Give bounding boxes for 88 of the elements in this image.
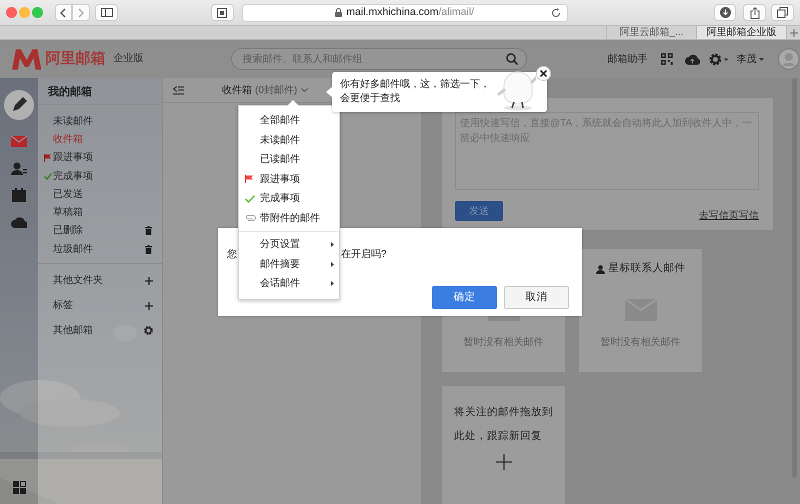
folder-item[interactable]: 已删除 [38, 222, 162, 240]
submenu-arrow-icon [331, 262, 334, 267]
folder-section-label[interactable]: 其他文件夹 [53, 273, 103, 288]
user-menu[interactable]: 李茂 [736, 52, 764, 66]
contact-card-icon [11, 162, 27, 174]
flag-icon [44, 154, 51, 162]
pencil-icon [4, 90, 34, 120]
logo-icon [12, 48, 42, 70]
compose-page-link[interactable]: 去写信页写信 [699, 209, 759, 224]
url-host: mail.mxhichina.com [346, 4, 438, 20]
sidebar-button[interactable] [95, 4, 118, 21]
folder-item[interactable]: 垃圾邮件 [38, 240, 162, 258]
submenu-arrow-icon [331, 242, 334, 248]
settings-icon[interactable] [144, 326, 153, 336]
dialog-message: 在开启吗? [341, 248, 387, 262]
trash-icon[interactable] [145, 244, 152, 254]
folder-panel-title: 我的邮箱 [38, 78, 162, 105]
filter-menu-item[interactable]: 分页设置 [239, 235, 339, 254]
cancel-button[interactable]: 取消 [504, 286, 569, 309]
empty-message: 暂时没有相关邮件 [464, 336, 544, 350]
chevron-left-icon [60, 8, 66, 18]
reload-icon[interactable] [550, 8, 561, 18]
person-icon [596, 264, 604, 274]
download-icon [720, 7, 731, 18]
search-icon[interactable] [506, 53, 518, 65]
calendar-tab[interactable] [12, 186, 26, 204]
dialog-message: 您 [227, 248, 237, 262]
chevron-down-icon[interactable] [301, 88, 308, 92]
submenu-arrow-icon [331, 281, 334, 286]
folder-item[interactable]: 已发送 [38, 185, 162, 204]
back-button[interactable] [54, 4, 72, 21]
folder-section-label[interactable]: 其他邮箱 [53, 323, 93, 338]
tabs-icon [777, 7, 788, 18]
check-icon [44, 172, 52, 180]
browser-tab[interactable]: 阿里邮箱企业版 [696, 26, 786, 39]
filter-menu-item[interactable]: 跟进事项 [239, 170, 339, 189]
folder-section-label[interactable]: 标签 [53, 298, 73, 314]
caret-icon [759, 58, 764, 60]
filter-menu-item[interactable]: 带附件的邮件 [239, 208, 339, 228]
drop-hint: 将关注的邮件拖放到此处，跟踪新回复 [454, 405, 553, 444]
flag-icon [245, 175, 253, 184]
qr-code-icon[interactable] [661, 53, 674, 65]
folder-item[interactable]: 完成事项 [38, 166, 162, 186]
filter-menu-item[interactable]: 完成事项 [239, 189, 339, 208]
compose-button[interactable] [4, 90, 34, 120]
confirm-button[interactable]: 确定 [432, 286, 497, 309]
download-button[interactable] [714, 4, 736, 21]
filter-menu-item[interactable]: 会话邮件 [239, 274, 339, 294]
widget-title: 星标联系人邮件 [608, 261, 686, 276]
assistant-link[interactable]: 邮箱助手 [607, 52, 648, 66]
trash-icon[interactable] [145, 226, 152, 236]
folder-title[interactable]: 收件箱 [222, 82, 252, 98]
reader-button[interactable] [210, 4, 234, 21]
plus-icon[interactable] [790, 28, 798, 36]
collapse-icon[interactable] [173, 86, 184, 94]
plus-icon[interactable] [145, 302, 153, 310]
folder-item[interactable]: 未读邮件 [38, 112, 162, 130]
tip-text: 你有好多邮件哦，这，筛选一下，会更便于查找 [340, 78, 491, 106]
chevron-right-icon [78, 8, 84, 18]
sidebar-icon [100, 8, 113, 17]
share-button[interactable] [743, 4, 766, 21]
paperclip-icon [245, 215, 256, 222]
folder-item[interactable]: 草稿箱 [38, 203, 162, 222]
reader-icon [217, 8, 228, 18]
filter-menu-item[interactable]: 未读邮件 [239, 130, 339, 150]
plus-icon[interactable] [496, 454, 512, 470]
empty-message: 暂时没有相关邮件 [600, 336, 680, 350]
apps-grid-icon[interactable] [12, 481, 26, 494]
filter-menu-item[interactable]: 邮件摘要 [239, 254, 339, 274]
lock-icon [335, 8, 342, 17]
share-icon [750, 6, 760, 18]
check-icon [245, 194, 255, 203]
filter-menu-item[interactable]: 已读邮件 [239, 150, 339, 170]
cloud-upload-icon[interactable] [685, 54, 700, 64]
tabs-button[interactable] [771, 4, 794, 21]
url-path: /alimail/ [438, 4, 474, 20]
cloud-icon [11, 216, 27, 228]
close-icon [540, 70, 547, 77]
folder-item[interactable]: 跟进事项 [38, 148, 162, 167]
address-bar[interactable]: mail.mxhichina.com/alimail/ [242, 4, 568, 22]
mail-count: (0封邮件) [255, 84, 298, 98]
settings-icon[interactable] [708, 52, 728, 66]
search-field[interactable]: 搜索邮件、联系人和邮件组 [231, 48, 528, 70]
edition-label: 企业版 [113, 52, 144, 66]
logo-text: 阿里邮箱 [45, 48, 106, 69]
filter-menu-item[interactable]: 全部邮件 [239, 111, 339, 130]
plus-icon[interactable] [145, 276, 153, 285]
calendar-icon [12, 188, 26, 202]
